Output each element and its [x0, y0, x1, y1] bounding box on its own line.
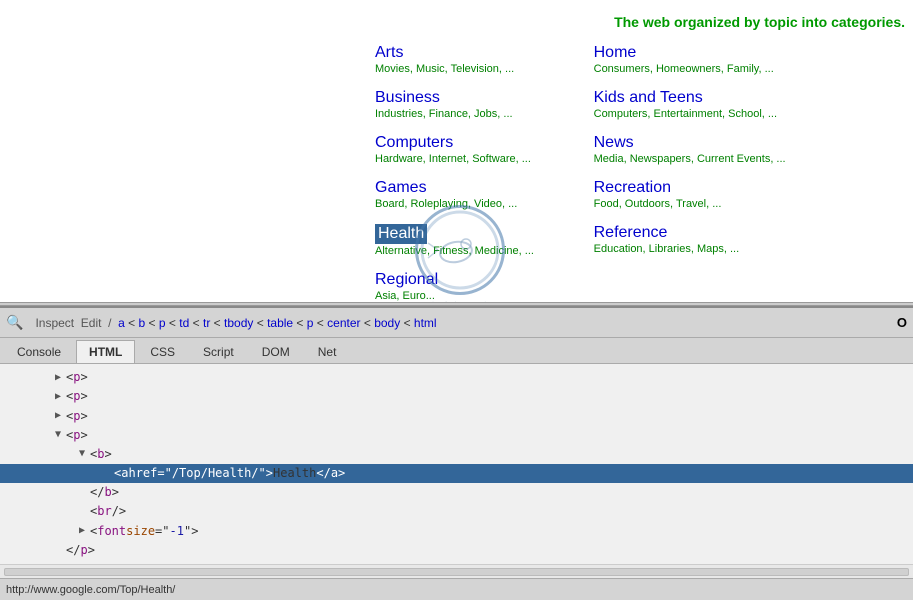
- cat-subs-reference: Education, Libraries, Maps, ...: [594, 243, 799, 255]
- cat-link-games[interactable]: Games: [375, 179, 580, 197]
- cat-subs-computers: Hardware, Internet, Software, ...: [375, 153, 580, 165]
- category-col-3: Regional Asia, Euro... Science Biology, …: [375, 271, 505, 302]
- breadcrumb-body[interactable]: body: [374, 316, 400, 330]
- tree-line-b1[interactable]: ▼ <b>: [0, 445, 913, 464]
- cat-subs-regional: Asia, Euro...: [375, 290, 505, 302]
- expand-b1[interactable]: ▼: [76, 448, 88, 460]
- devtools-breadcrumb: Inspect Edit / a < b < p < td < tr < tbo…: [35, 316, 876, 330]
- cat-entry-news: News Media, Newspapers, Current Events, …: [594, 134, 799, 165]
- cat-subs-news: Media, Newspapers, Current Events, ...: [594, 153, 799, 165]
- breadcrumb-tbody[interactable]: tbody: [224, 316, 253, 330]
- tab-css[interactable]: CSS: [137, 340, 188, 363]
- tab-net[interactable]: Net: [305, 340, 350, 363]
- inspect-icon[interactable]: 🔍: [6, 314, 23, 331]
- expand-p1[interactable]: ▶: [52, 372, 64, 384]
- devtools-close-button[interactable]: O: [897, 315, 907, 330]
- tree-line-font[interactable]: ▶ <font size="-1" >: [0, 522, 913, 541]
- tree-line-p3[interactable]: ▶ <p>: [0, 407, 913, 426]
- breadcrumb-p2[interactable]: p: [307, 316, 314, 330]
- cat-subs-recreation: Food, Outdoors, Travel, ...: [594, 198, 799, 210]
- tab-console[interactable]: Console: [4, 340, 74, 363]
- tree-line-p2[interactable]: ▶ <p>: [0, 387, 913, 406]
- cat-link-reference[interactable]: Reference: [594, 224, 799, 242]
- breadcrumb-b[interactable]: b: [139, 316, 146, 330]
- status-bar: http://www.google.com/Top/Health/: [0, 578, 913, 600]
- expand-p2[interactable]: ▶: [52, 391, 64, 403]
- tree-line-p4[interactable]: ▼ <p>: [0, 426, 913, 445]
- cat-entry-arts: Arts Movies, Music, Television, ...: [375, 44, 580, 75]
- cat-link-business[interactable]: Business: [375, 89, 580, 107]
- web-area: The web organized by topic into categori…: [0, 0, 913, 302]
- cat-subs-games: Board, Roleplaying, Video, ...: [375, 198, 580, 210]
- cat-subs-arts: Movies, Music, Television, ...: [375, 63, 580, 75]
- breadcrumb-html[interactable]: html: [414, 316, 437, 330]
- tagline: The web organized by topic into categori…: [0, 0, 913, 36]
- browser-content: The web organized by topic into categori…: [0, 0, 913, 600]
- scroll-track[interactable]: [4, 568, 909, 576]
- status-url: http://www.google.com/Top/Health/: [6, 584, 175, 596]
- breadcrumb-p[interactable]: p: [159, 316, 166, 330]
- cat-entry-business: Business Industries, Finance, Jobs, ...: [375, 89, 580, 120]
- devtools-panel: 🔍 Inspect Edit / a < b < p < td < tr < t…: [0, 306, 913, 600]
- cat-entry-reference: Reference Education, Libraries, Maps, ..…: [594, 224, 799, 255]
- cat-entry-health: Health Alternative, Fitness, Medicine, .…: [375, 224, 580, 257]
- expand-p3[interactable]: ▶: [52, 410, 64, 422]
- cat-subs-business: Industries, Finance, Jobs, ...: [375, 108, 580, 120]
- cat-link-computers[interactable]: Computers: [375, 134, 580, 152]
- breadcrumb-td[interactable]: td: [179, 316, 189, 330]
- cat-link-regional[interactable]: Regional: [375, 271, 505, 289]
- cat-entry-recreation: Recreation Food, Outdoors, Travel, ...: [594, 179, 799, 210]
- tree-line-p1[interactable]: ▶ <p>: [0, 368, 913, 387]
- tree-line-p4-close[interactable]: </p>: [0, 541, 913, 560]
- cat-link-health[interactable]: Health: [375, 224, 427, 244]
- scrollbar-area[interactable]: [0, 564, 913, 578]
- tab-html[interactable]: HTML: [76, 340, 135, 363]
- breadcrumb-table[interactable]: table: [267, 316, 293, 330]
- cat-link-kids[interactable]: Kids and Teens: [594, 89, 799, 107]
- cat-link-news[interactable]: News: [594, 134, 799, 152]
- tab-dom[interactable]: DOM: [249, 340, 303, 363]
- tree-line-b1-close[interactable]: </b>: [0, 483, 913, 502]
- category-col-2: Home Consumers, Homeowners, Family, ... …: [594, 44, 809, 269]
- categories-table: Arts Movies, Music, Television, ... Busi…: [375, 44, 910, 302]
- expand-a-health[interactable]: [100, 468, 112, 480]
- cat-entry-regional: Regional Asia, Euro...: [375, 271, 505, 302]
- cat-entry-kids: Kids and Teens Computers, Entertainment,…: [594, 89, 799, 120]
- cat-subs-kids: Computers, Entertainment, School, ...: [594, 108, 799, 120]
- cat-link-home[interactable]: Home: [594, 44, 799, 62]
- breadcrumb-center[interactable]: center: [327, 316, 360, 330]
- expand-font[interactable]: ▶: [76, 525, 88, 537]
- cat-entry-computers: Computers Hardware, Internet, Software, …: [375, 134, 580, 165]
- inspect-label: Inspect Edit /: [35, 316, 118, 330]
- tree-line-a-health[interactable]: <a href="/Top/Health/" > Health </a>: [0, 464, 913, 483]
- breadcrumb-tr[interactable]: tr: [203, 316, 210, 330]
- cat-entry-games: Games Board, Roleplaying, Video, ...: [375, 179, 580, 210]
- tab-script[interactable]: Script: [190, 340, 247, 363]
- breadcrumb-a[interactable]: a: [118, 316, 125, 330]
- cat-entry-home: Home Consumers, Homeowners, Family, ...: [594, 44, 799, 75]
- cat-subs-home: Consumers, Homeowners, Family, ...: [594, 63, 799, 75]
- cat-link-arts[interactable]: Arts: [375, 44, 580, 62]
- expand-p4[interactable]: ▼: [52, 429, 64, 441]
- category-col-1: Arts Movies, Music, Television, ... Busi…: [375, 44, 590, 271]
- cat-subs-health: Alternative, Fitness, Medicine, ...: [375, 245, 580, 257]
- devtools-toolbar: 🔍 Inspect Edit / a < b < p < td < tr < t…: [0, 308, 913, 338]
- devtools-tree: ▶ <p> ▶ <p> ▶ <p> ▼ <p> ▼ <b>: [0, 364, 913, 564]
- devtools-tabs: Console HTML CSS Script DOM Net: [0, 338, 913, 364]
- tree-line-br[interactable]: <br/>: [0, 502, 913, 521]
- cat-link-recreation[interactable]: Recreation: [594, 179, 799, 197]
